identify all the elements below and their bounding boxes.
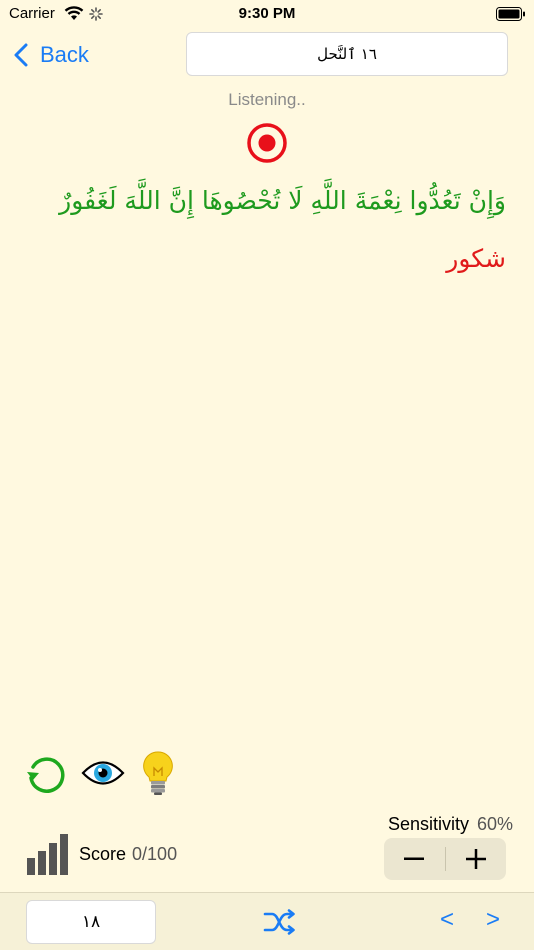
sensitivity-label: Sensitivity	[387, 814, 469, 834]
sensitivity-stepper	[384, 838, 506, 880]
next-verse-button[interactable]: >	[486, 906, 500, 934]
eye-icon	[81, 761, 125, 785]
battery-icon	[496, 7, 526, 26]
refresh-icon	[27, 757, 65, 793]
sensitivity-display: Sensitivity 60%	[388, 814, 513, 835]
previous-verse-button[interactable]: <	[440, 906, 454, 934]
page-field[interactable]: ١٨	[26, 900, 156, 944]
reveal-button[interactable]	[81, 756, 125, 790]
surah-field[interactable]: ١٦ ٱلنَّحل	[186, 32, 508, 76]
score-value: 0/100	[132, 844, 178, 864]
shuffle-icon	[263, 909, 295, 935]
status-time: 9:30 PM	[238, 5, 296, 22]
verse-text: وَإِنْ تَعُدُّوا نِعْمَةَ اللَّهِ لَا تُ…	[59, 186, 506, 215]
score-stats-button[interactable]	[26, 832, 68, 876]
back-label: Back	[40, 42, 89, 67]
score-label: Score	[79, 844, 127, 864]
score-display: Score 0/100	[79, 844, 177, 865]
refresh-button[interactable]	[24, 752, 68, 796]
bottom-toolbar: ١٨ < >	[0, 892, 534, 950]
bar-chart-icon	[27, 834, 68, 875]
record-button[interactable]	[246, 122, 288, 164]
record-icon	[247, 123, 287, 163]
decrease-sensitivity-button[interactable]	[384, 838, 445, 880]
next-word: شكور	[446, 244, 506, 273]
chevron-left-icon	[14, 43, 28, 67]
back-button[interactable]: Back	[14, 38, 89, 72]
status-bar: Carrier 9:30 PM	[0, 0, 534, 28]
listening-status: Listening..	[228, 90, 306, 109]
hint-button[interactable]	[140, 750, 176, 796]
minus-icon	[404, 857, 425, 860]
shuffle-button[interactable]	[263, 909, 297, 935]
lightbulb-icon	[143, 751, 173, 795]
plus-icon	[465, 849, 486, 869]
increase-sensitivity-button[interactable]	[446, 838, 507, 880]
sensitivity-value: 60%	[476, 814, 513, 834]
